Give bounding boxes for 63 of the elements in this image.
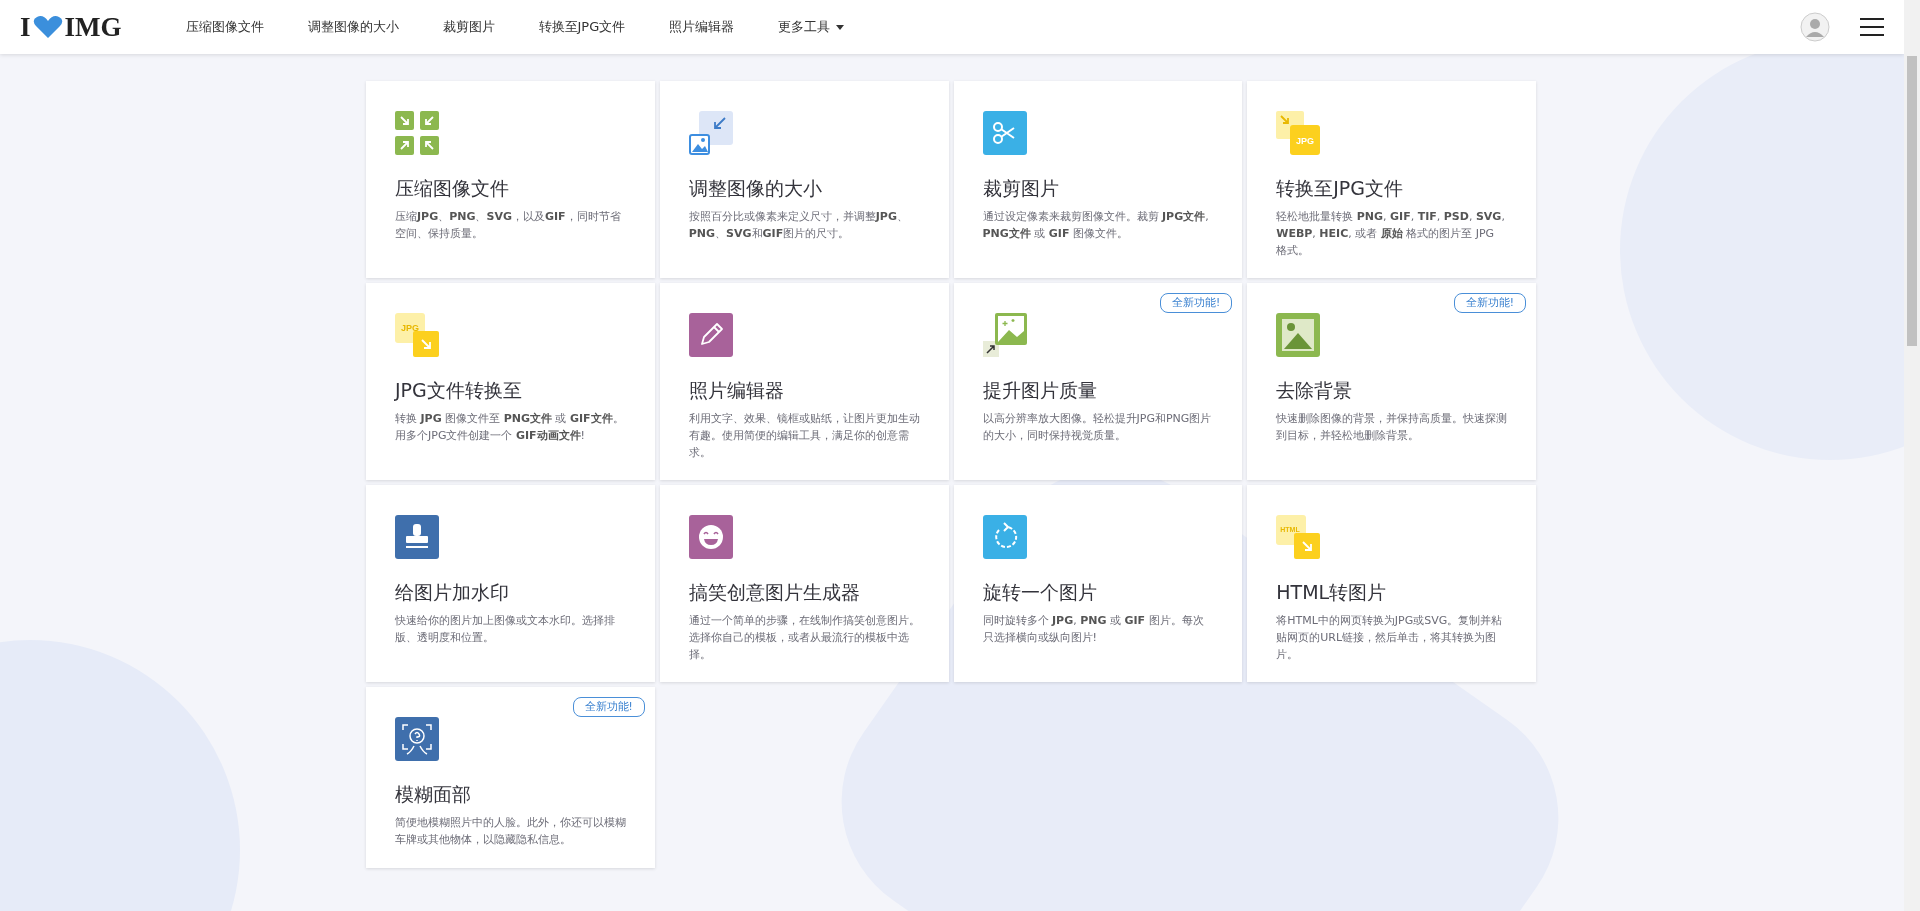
tool-title: 裁剪图片 xyxy=(982,177,1060,200)
tool-description: 通过一个简单的步骤，在线制作搞笑创意图片。选择你自己的模板，或者从最流行的模板中选择。 xyxy=(688,612,921,663)
tool-card[interactable]: 给图片加水印 快速给你的图片加上图像或文本水印。选择排版、透明度和位置。 xyxy=(366,485,655,682)
tool-card[interactable]: JPG 转换至JPG文件 轻松地批量转换 PNG, GIF, TIF, PSD, SVG, WEBP, HEIC, 或者 原始 格式的图片至 JPG 格式。 xyxy=(1247,81,1536,278)
nav-link[interactable]: 更多工具 xyxy=(756,18,867,36)
user-avatar-icon[interactable] xyxy=(1800,12,1830,42)
tool-title: 照片编辑器 xyxy=(688,379,785,402)
tool-card[interactable]: 搞笑创意图片生成器 通过一个简单的步骤，在线制作搞笑创意图片。选择你自己的模板，或者从最流行的模板中选择。 xyxy=(659,485,949,682)
new-feature-badge: 全新功能! xyxy=(1453,293,1526,313)
tool-title: 去除背景 xyxy=(1276,379,1354,402)
nav-link[interactable]: 压缩图像文件 xyxy=(163,18,286,36)
tool-title: 转换至JPG文件 xyxy=(1276,177,1405,200)
tool-title: 提升图片质量 xyxy=(982,379,1098,402)
tool-card[interactable]: JPG JPG文件转换至 转换 JPG 图像文件至 PNG文件 或 GIF文件。用多个JPG文件创建一个 GIF动画文件! xyxy=(366,283,655,480)
tool-card[interactable]: 照片编辑器 利用文字、效果、镜框或贴纸，让图片更加生动有趣。使用简便的编辑工具，满足你的创意需求。 xyxy=(659,283,949,480)
tool-title: 压缩图像文件 xyxy=(395,177,510,200)
scissors-icon xyxy=(982,111,1027,155)
tool-title: 旋转一个图片 xyxy=(982,581,1098,604)
compress-arrows-icon xyxy=(395,111,439,155)
logo[interactable]: I IMG xyxy=(20,13,122,41)
tool-description: 利用文字、效果、镜框或贴纸，让图片更加生动有趣。使用简便的编辑工具，满足你的创意需求。 xyxy=(688,410,921,461)
nav-link[interactable]: 照片编辑器 xyxy=(647,18,757,36)
tool-description: 轻松地批量转换 PNG, GIF, TIF, PSD, SVG, WEBP, HEIC, 或者 原始 格式的图片至 JPG 格式。 xyxy=(1276,208,1506,259)
tool-title: 搞笑创意图片生成器 xyxy=(688,581,861,604)
laughing-face-icon xyxy=(688,515,733,559)
tool-title: JPG文件转换至 xyxy=(395,379,523,402)
face-question-icon xyxy=(395,717,439,761)
tool-description: 将HTML中的网页转换为JPG或SVG。复制并粘贴网页的URL链接，然后单击，将其转换为图片。 xyxy=(1276,612,1504,663)
tool-card[interactable]: 旋转一个图片 同时旋转多个 JPG, PNG 或 GIF 图片。每次只选择横向或纵向图片! xyxy=(953,485,1243,682)
tool-card[interactable]: 压缩图像文件 压缩JPG、PNG、SVG，以及GIF，同时节省空间、保持质量。 xyxy=(366,81,655,278)
new-feature-badge: 全新功能! xyxy=(572,697,645,717)
tool-description: 以高分辨率放大图像。轻松提升JPG和PNG图片的大小，同时保持视觉质量。 xyxy=(982,410,1213,444)
upscale-image-icon xyxy=(982,313,1027,357)
remove-background-icon xyxy=(1276,313,1321,357)
tool-card[interactable]: 全新功能! 去除背景 快速删除图像的背景，并保持高质量。快速探测到目标，并轻松地删除背景。 xyxy=(1247,283,1536,480)
tool-description: 同时旋转多个 JPG, PNG 或 GIF 图片。每次只选择横向或纵向图片! xyxy=(982,612,1205,646)
tool-description: 按照百分比或像素来定义尺寸，并调整JPG、PNG、SVG和GIF图片的尺寸。 xyxy=(688,208,909,242)
heart-icon xyxy=(32,16,63,38)
tool-title: 模糊面部 xyxy=(395,783,472,806)
nav-link[interactable]: 裁剪图片 xyxy=(420,18,517,36)
new-feature-badge: 全新功能! xyxy=(1160,293,1233,313)
tool-card[interactable]: 裁剪图片 通过设定像素来裁剪图像文件。裁剪 JPG文件, PNG文件 或 GIF 图像文件。 xyxy=(953,81,1243,278)
tool-title: HTML转图片 xyxy=(1276,581,1388,604)
tool-card[interactable]: 全新功能! 提升图片质量 以高分辨率放大图像。轻松提升JPG和PNG图片的大小，同时保持视觉质量。 xyxy=(953,283,1243,480)
tool-description: 转换 JPG 图像文件至 PNG文件 或 GIF文件。用多个JPG文件创建一个 GIF动画文件! xyxy=(395,410,625,444)
tool-description: 简便地模糊照片中的人脸。此外，你还可以模糊车牌或其他物体，以隐藏隐私信息。 xyxy=(395,814,627,848)
caret-icon xyxy=(836,24,845,30)
tool-title: 调整图像的大小 xyxy=(688,177,823,200)
resize-image-icon xyxy=(688,111,733,155)
tool-description: 通过设定像素来裁剪图像文件。裁剪 JPG文件, PNG文件 或 GIF 图像文件。 xyxy=(982,208,1210,242)
rotate-icon xyxy=(982,515,1027,559)
tool-description: 快速删除图像的背景，并保持高质量。快速探测到目标，并轻松地删除背景。 xyxy=(1276,410,1508,444)
nav-link[interactable]: 转换至JPG文件 xyxy=(516,18,648,36)
scrollbar[interactable] xyxy=(1904,0,1920,911)
tool-description: 快速给你的图片加上图像或文本水印。选择排版、透明度和位置。 xyxy=(395,612,616,646)
pencil-icon xyxy=(688,313,733,357)
tool-card[interactable]: 调整图像的大小 按照百分比或像素来定义尺寸，并调整JPG、PNG、SVG和GIF图片的尺寸。 xyxy=(659,81,949,278)
nav-link[interactable]: 调整图像的大小 xyxy=(285,18,421,36)
tool-card[interactable]: 全新功能! 模糊面部 简便地模糊照片中的人脸。此外，你还可以模糊车牌或其他物体，以隐藏隐私信息。 xyxy=(366,687,655,868)
tool-title: 给图片加水印 xyxy=(395,581,510,604)
stamp-icon xyxy=(395,515,439,559)
tool-description: 压缩JPG、PNG、SVG，以及GIF，同时节省空间、保持质量。 xyxy=(395,208,622,242)
menu-icon[interactable] xyxy=(1860,18,1884,36)
